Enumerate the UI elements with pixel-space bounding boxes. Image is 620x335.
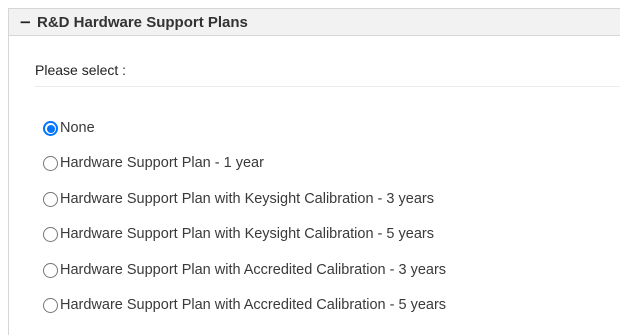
option-plan-1-year[interactable]: Hardware Support Plan - 1 year <box>43 154 446 189</box>
plan-options: None Hardware Support Plan - 1 year Hard… <box>43 119 446 331</box>
option-none[interactable]: None <box>43 119 446 154</box>
option-label[interactable]: Hardware Support Plan - 1 year <box>60 154 264 173</box>
radio-button[interactable] <box>43 297 58 313</box>
option-label[interactable]: None <box>60 119 95 138</box>
support-plans-panel: − R&D Hardware Support Plans Please sele… <box>0 0 620 335</box>
panel-border <box>8 36 9 335</box>
radio-button[interactable] <box>43 191 58 207</box>
section-header[interactable]: − R&D Hardware Support Plans <box>8 8 620 36</box>
option-label[interactable]: Hardware Support Plan with Accredited Ca… <box>60 261 446 280</box>
radio-button[interactable] <box>43 262 58 278</box>
select-prompt: Please select : <box>35 62 127 78</box>
prompt-divider <box>35 86 620 87</box>
option-keysight-5-years[interactable]: Hardware Support Plan with Keysight Cali… <box>43 225 446 260</box>
section-title: R&D Hardware Support Plans <box>37 13 248 31</box>
option-keysight-3-years[interactable]: Hardware Support Plan with Keysight Cali… <box>43 190 446 225</box>
option-label[interactable]: Hardware Support Plan with Keysight Cali… <box>60 190 434 209</box>
option-label[interactable]: Hardware Support Plan with Keysight Cali… <box>60 225 434 244</box>
option-accredited-5-years[interactable]: Hardware Support Plan with Accredited Ca… <box>43 296 446 331</box>
radio-button[interactable] <box>43 156 58 172</box>
radio-button[interactable] <box>43 227 58 243</box>
option-label[interactable]: Hardware Support Plan with Accredited Ca… <box>60 296 446 315</box>
radio-button-selected[interactable] <box>43 121 58 136</box>
option-accredited-3-years[interactable]: Hardware Support Plan with Accredited Ca… <box>43 261 446 296</box>
minus-icon[interactable]: − <box>19 14 32 30</box>
